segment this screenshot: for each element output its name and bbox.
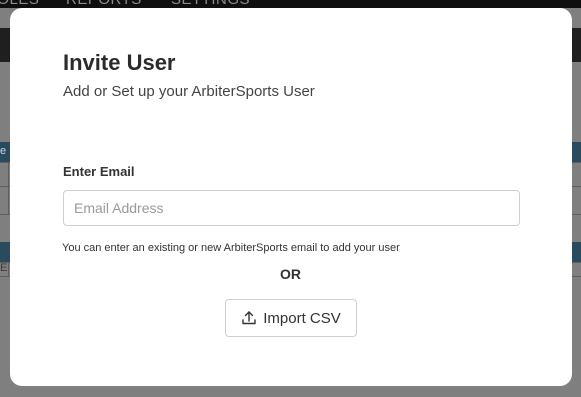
table-column-divider	[8, 262, 9, 276]
import-csv-label: Import CSV	[263, 309, 341, 327]
nav-item-reports: REPORTS	[66, 0, 142, 8]
table-header-fragment: e	[0, 145, 7, 157]
nav-item-roles: ROLES	[0, 0, 39, 8]
import-csv-button[interactable]: Import CSV	[225, 299, 357, 337]
modal-title: Invite User	[63, 50, 176, 75]
email-label: Enter Email	[63, 164, 135, 179]
nav-item-settings: SETTINGS	[171, 0, 250, 8]
email-helper-text: You can enter an existing or new Arbiter…	[62, 242, 400, 254]
table-cell-fragment: E	[0, 262, 8, 274]
table-column-divider	[8, 162, 9, 214]
top-navigation: ROLES REPORTS SETTINGS	[0, 0, 581, 8]
modal-subtitle: Add or Set up your ArbiterSports User	[63, 83, 315, 100]
or-divider-text: OR	[280, 266, 301, 282]
invite-user-modal: Invite User Add or Set up your ArbiterSp…	[10, 8, 572, 386]
upload-icon	[241, 310, 257, 326]
email-input[interactable]	[63, 190, 520, 226]
